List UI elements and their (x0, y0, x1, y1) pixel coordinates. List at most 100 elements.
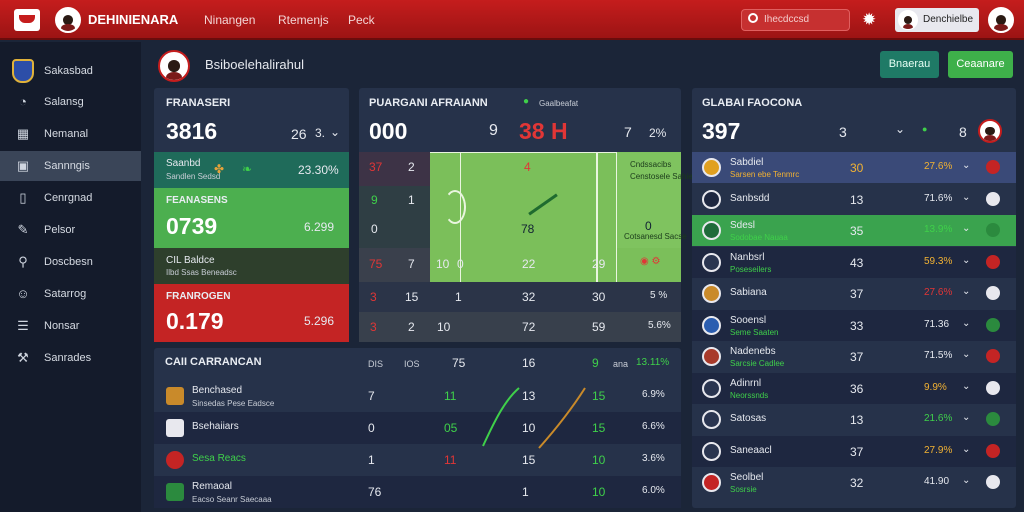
chevron-icon[interactable]: ⌄ (962, 349, 970, 360)
leaf-icon: ❧ (242, 162, 253, 176)
green-panel-sub-value: 6.299 (304, 220, 335, 234)
right-row-name: Sooensl (730, 314, 767, 326)
sidebar-item-3[interactable]: ▣ Sannngis (0, 151, 141, 181)
nav-item-1[interactable]: Ninangen (204, 13, 255, 27)
right-row[interactable]: Sdesl Sodobae Nauaa 35 13.9% ⌄ (692, 215, 1016, 246)
trophy-icon (702, 347, 721, 366)
team-logo-icon (986, 412, 1000, 426)
gear-icon[interactable]: ✹ (862, 11, 876, 29)
sidebar: Sakasbad ◔ Salansg ▦ Nemanal ▣ Sannngis ▯ Ce… (0, 42, 141, 512)
chevron-icon[interactable]: ⌄ (962, 381, 970, 392)
sidebar-item-6[interactable]: ⚲ Doscbesn (0, 247, 141, 277)
bottom-col-label: ana (613, 359, 629, 369)
player-icon (166, 387, 184, 405)
right-row[interactable]: Sabdiel Sarsen ebe Tenmrc 30 27.6% ⌄ (692, 152, 1016, 183)
sidebar-item-8[interactable]: ☰ Nonsar (0, 311, 141, 341)
dark-panel[interactable]: CIL Baldce Ilbd Ssas Beneadsc (154, 248, 349, 284)
chevron-icon[interactable]: ⌄ (962, 318, 970, 329)
secondary-button[interactable]: Ceaanare (948, 51, 1013, 78)
user-menu[interactable]: Denchielbe (895, 8, 979, 32)
crown-icon (702, 441, 721, 461)
right-row-v2: 21.6% (924, 413, 953, 424)
mid-cell: 75 (369, 257, 383, 271)
layout-icon: ▣ (16, 158, 30, 173)
right-row[interactable]: Satosas 13 21.6% ⌄ (692, 404, 1016, 435)
mid-big-2: 9 (489, 122, 498, 139)
sidebar-item-9[interactable]: ⚒ Sanrades (0, 343, 141, 373)
bottom-row-cell: 6.6% (642, 421, 665, 432)
search-input[interactable]: Ihecdccsd (741, 9, 850, 31)
right-row-v1: 33 (850, 318, 864, 333)
profile-avatar[interactable] (55, 7, 81, 33)
chevron-down-icon[interactable]: ⌄ (330, 125, 340, 139)
right-row[interactable]: Sanbsdd 13 71.6% ⌄ (692, 183, 1016, 215)
right-row[interactable]: Saneaacl 37 27.9% ⌄ (692, 435, 1016, 467)
sidebar-item-2[interactable]: ▦ Nemanal (0, 119, 141, 149)
chevron-icon[interactable]: ⌄ (962, 223, 970, 234)
mid-cell: 0 (645, 219, 652, 233)
mid-cell: 32 (522, 290, 536, 304)
account-avatar[interactable] (988, 7, 1014, 33)
right-row-v1: 37 (850, 350, 864, 364)
sidebar-item-7[interactable]: ☺ Satarrog (0, 279, 141, 309)
mid-cell: 3 (370, 290, 377, 304)
chevron-icon[interactable]: ⌄ (962, 192, 970, 203)
sidebar-brand[interactable]: Sakasbad (0, 56, 141, 86)
dark-panel-title: CIL Baldce (166, 255, 215, 266)
bottom-row-name: Remaoal (192, 481, 233, 492)
mid-cell: 5 % (650, 290, 668, 301)
right-row[interactable]: Adinrnl Neorssnds 36 9.9% ⌄ (692, 372, 1016, 404)
green-panel-value: 0739 (166, 213, 218, 239)
app-logo[interactable] (14, 9, 40, 31)
search-icon (748, 13, 758, 23)
left-value-b: 3. (315, 126, 326, 140)
nav-item-2[interactable]: Rtemenjs (278, 13, 329, 27)
flag-icon (702, 221, 721, 240)
red-panel[interactable]: FRANROGEN 0.179 5.296 (154, 284, 349, 342)
chevron-down-icon[interactable]: ⌄ (895, 122, 905, 136)
sidebar-item-4[interactable]: ▯ Cenrgnad (0, 183, 141, 213)
bottom-row[interactable]: Benchased Sinsedas Pese Eadsce 7 11 13 15 6.9% (154, 380, 681, 412)
right-row-v2: 71.5% (924, 350, 953, 361)
left-row-value: 23.30% (298, 163, 339, 177)
left-value-a: 26 (291, 126, 307, 142)
right-row[interactable]: Sooensl Seme Saaten 33 71.36 ⌄ (692, 309, 1016, 341)
bottom-row-cell: 0 (368, 421, 375, 435)
chevron-icon[interactable]: ⌄ (962, 475, 970, 486)
chevron-icon[interactable]: ⌄ (962, 160, 970, 171)
right-row-v2: 27.9% (924, 444, 953, 456)
team-logo-icon (986, 380, 1000, 395)
sidebar-item-1[interactable]: ◔ Salansg (0, 87, 141, 117)
chevron-icon[interactable]: ⌄ (962, 444, 970, 455)
top-bar: DEHINIENARA Ninangen Rtemenjs Peck Ihecd… (0, 0, 1024, 40)
sidebar-item-5[interactable]: ✎ Pelsor (0, 215, 141, 245)
team-logo-icon (986, 443, 1000, 458)
bottom-row[interactable]: Bsehaiiars 0 05 10 15 6.6% (154, 412, 681, 444)
right-row[interactable]: Sabiana 37 27.6% ⌄ (692, 278, 1016, 309)
chevron-icon[interactable]: ⌄ (962, 255, 970, 266)
bottom-row[interactable]: Remaoal Eacso Seanr Saecaaa 76 1 10 6.0% (154, 476, 681, 508)
right-row-v1: 37 (850, 287, 864, 301)
green-panel[interactable]: FEANASENS 0739 6.299 (154, 188, 349, 248)
list-icon: ☰ (17, 318, 29, 333)
chevron-icon[interactable]: ⌄ (962, 286, 970, 297)
mid-cell: 37 (369, 160, 383, 174)
play-icon[interactable]: ◉ ⚙ (640, 256, 660, 267)
right-row-v2: 41.90 (924, 476, 950, 487)
nav-item-3[interactable]: Peck (348, 13, 375, 27)
mid-row-pct: 5.6% (648, 320, 671, 331)
mid-row-2[interactable] (359, 186, 430, 248)
right-row[interactable]: Nanbsrl Poseseilers 43 59.3% ⌄ (692, 246, 1016, 278)
right-avatar[interactable] (978, 119, 1002, 143)
bottom-row-name: Sesa Reacs (192, 453, 246, 464)
right-row-sub: Seme Saaten (730, 327, 779, 337)
right-row-v2: 9.9% (924, 381, 947, 393)
right-row-sub: Poseseilers (730, 264, 772, 274)
right-row[interactable]: Seolbel Sosrsie 32 41.90 ⌄ (692, 467, 1016, 498)
right-row-v2: 27.6% (924, 287, 953, 298)
left-row-1[interactable]: Saanbd Sandlen Sedsd ✤ ❧ 23.30% (154, 152, 349, 188)
right-row[interactable]: Nadenebs Sarcsie Cadlee 37 71.5% ⌄ (692, 341, 1016, 372)
primary-button[interactable]: Bnaerau (880, 51, 939, 78)
bottom-row[interactable]: Sesa Reacs 1 11 15 10 3.6% (154, 444, 681, 476)
chevron-icon[interactable]: ⌄ (962, 412, 970, 423)
